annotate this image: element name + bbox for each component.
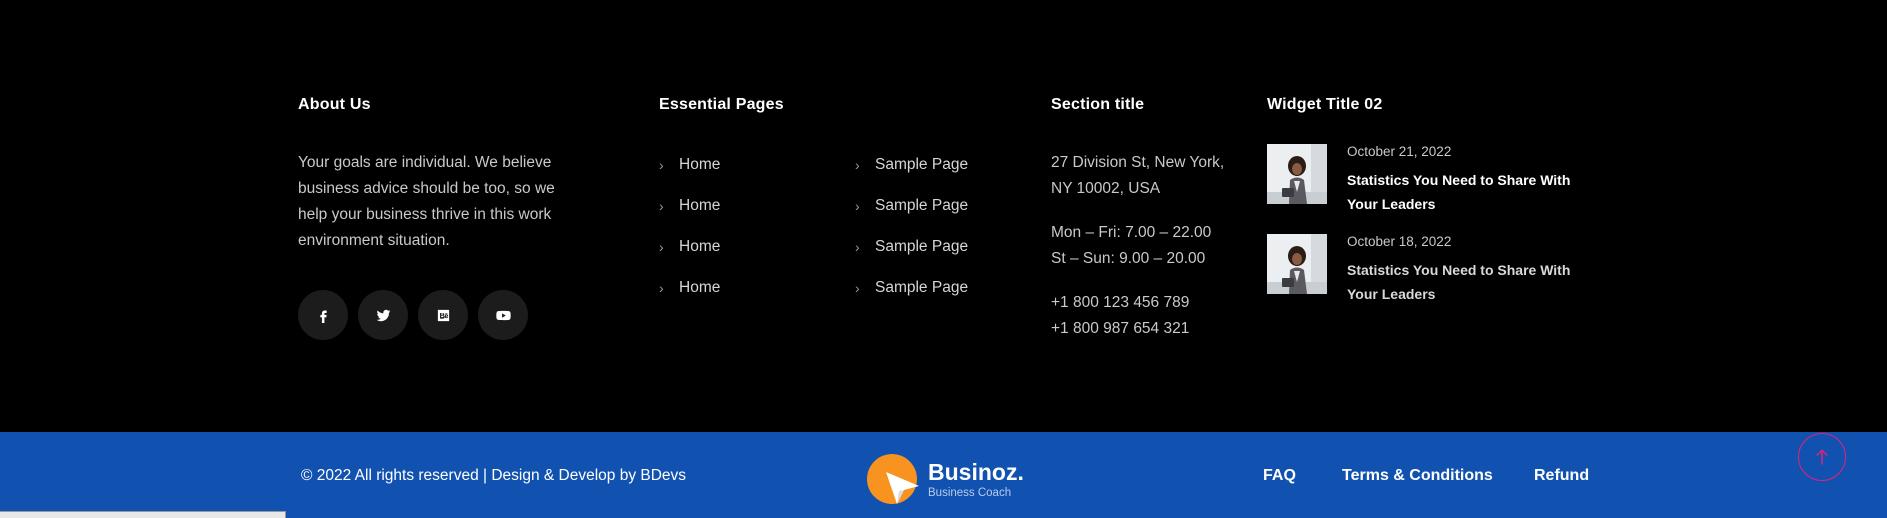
section-title: Section title bbox=[1051, 96, 1145, 113]
scroll-to-top-button[interactable] bbox=[1798, 433, 1846, 481]
terms-link[interactable]: Terms & Conditions bbox=[1342, 467, 1493, 485]
about-column: About Us Your goals are individual. We b… bbox=[298, 96, 588, 340]
youtube-link[interactable] bbox=[478, 290, 528, 340]
page-link[interactable]: › Home bbox=[659, 267, 720, 308]
page-link[interactable]: › Sample Page bbox=[855, 267, 968, 308]
phone-link[interactable]: +1 800 987 654 321 bbox=[1051, 316, 1251, 342]
footer-top: About Us Your goals are individual. We b… bbox=[0, 0, 1887, 432]
facebook-link[interactable] bbox=[298, 290, 348, 340]
page-link[interactable]: › Home bbox=[659, 226, 720, 267]
page-link[interactable]: › Home bbox=[659, 144, 720, 185]
page-link[interactable]: › Sample Page bbox=[855, 226, 968, 267]
post-date: October 18, 2022 bbox=[1347, 234, 1452, 249]
brand-tagline: Business Coach bbox=[928, 487, 1012, 499]
phone-numbers: +1 800 123 456 789 +1 800 987 654 321 bbox=[1051, 290, 1251, 342]
behance-icon bbox=[437, 309, 449, 321]
chevron-right-icon: › bbox=[659, 197, 664, 214]
refund-link[interactable]: Refund bbox=[1534, 467, 1589, 485]
pages-list-right: › Sample Page › Sample Page › Sample Page ›… bbox=[855, 144, 968, 308]
post-thumbnail-image bbox=[1267, 144, 1327, 204]
behance-link[interactable] bbox=[418, 290, 468, 340]
browser-status-bar bbox=[0, 511, 286, 518]
chevron-right-icon: › bbox=[855, 197, 860, 214]
section-column: Section title 27 Division St, New York, … bbox=[1051, 96, 1251, 342]
arrow-up-icon bbox=[1816, 449, 1828, 465]
post-thumbnail-image bbox=[1267, 234, 1327, 294]
chevron-right-icon: › bbox=[855, 279, 860, 296]
youtube-icon bbox=[495, 310, 511, 320]
page-link[interactable]: › Sample Page bbox=[855, 185, 968, 226]
opening-hours: Mon – Fri: 7.00 – 22.00 St – Sun: 9.00 –… bbox=[1051, 224, 1212, 267]
post-body: October 21, 2022 Statistics You Need to … bbox=[1347, 144, 1597, 216]
copyright-text: © 2022 All rights reserved | Design & De… bbox=[301, 467, 687, 484]
phone-link[interactable]: +1 800 123 456 789 bbox=[1051, 290, 1251, 316]
chevron-right-icon: › bbox=[659, 156, 664, 173]
about-text: Your goals are individual. We believe bu… bbox=[298, 154, 555, 249]
brand-logo[interactable]: Businoz. Business Coach bbox=[866, 453, 1024, 505]
post-title-link[interactable]: Statistics You Need to Share With Your L… bbox=[1347, 168, 1597, 216]
page-link[interactable]: › Home bbox=[659, 185, 720, 226]
chevron-right-icon: › bbox=[659, 238, 664, 255]
essential-pages-title: Essential Pages bbox=[659, 96, 784, 113]
post-thumbnail[interactable] bbox=[1267, 234, 1327, 294]
post-body: October 18, 2022 Statistics You Need to … bbox=[1347, 234, 1597, 306]
faq-link[interactable]: FAQ bbox=[1263, 467, 1296, 485]
facebook-icon bbox=[319, 310, 327, 323]
social-links bbox=[298, 290, 588, 340]
chevron-right-icon: › bbox=[855, 156, 860, 173]
brand-name: Businoz. bbox=[928, 459, 1024, 485]
page-link[interactable]: › Sample Page bbox=[855, 144, 968, 185]
brand-logo-icon bbox=[867, 454, 919, 504]
twitter-link[interactable] bbox=[358, 290, 408, 340]
widget-column: Widget Title 02 October 21, 2022 Statist… bbox=[1267, 96, 1597, 306]
chevron-right-icon: › bbox=[855, 238, 860, 255]
recent-post: October 21, 2022 Statistics You Need to … bbox=[1267, 144, 1597, 216]
recent-post: October 18, 2022 Statistics You Need to … bbox=[1267, 234, 1597, 306]
pages-list: › Home › Home › Home › Home › Sample Page › Sa… bbox=[659, 144, 999, 314]
essential-pages-column: Essential Pages › Home › Home › Home › Home … bbox=[659, 96, 999, 314]
address: 27 Division St, New York, NY 10002, USA bbox=[1051, 154, 1225, 197]
post-date: October 21, 2022 bbox=[1347, 144, 1452, 159]
brand-text: Businoz. Business Coach bbox=[928, 459, 1024, 499]
post-thumbnail[interactable] bbox=[1267, 144, 1327, 204]
widget-title: Widget Title 02 bbox=[1267, 96, 1383, 113]
chevron-right-icon: › bbox=[659, 279, 664, 296]
twitter-icon bbox=[376, 309, 390, 321]
about-title: About Us bbox=[298, 96, 371, 113]
post-title-link[interactable]: Statistics You Need to Share With Your L… bbox=[1347, 258, 1597, 306]
footer-bottom-bar: © 2022 All rights reserved | Design & De… bbox=[0, 432, 1887, 518]
pages-list-left: › Home › Home › Home › Home bbox=[659, 144, 720, 308]
